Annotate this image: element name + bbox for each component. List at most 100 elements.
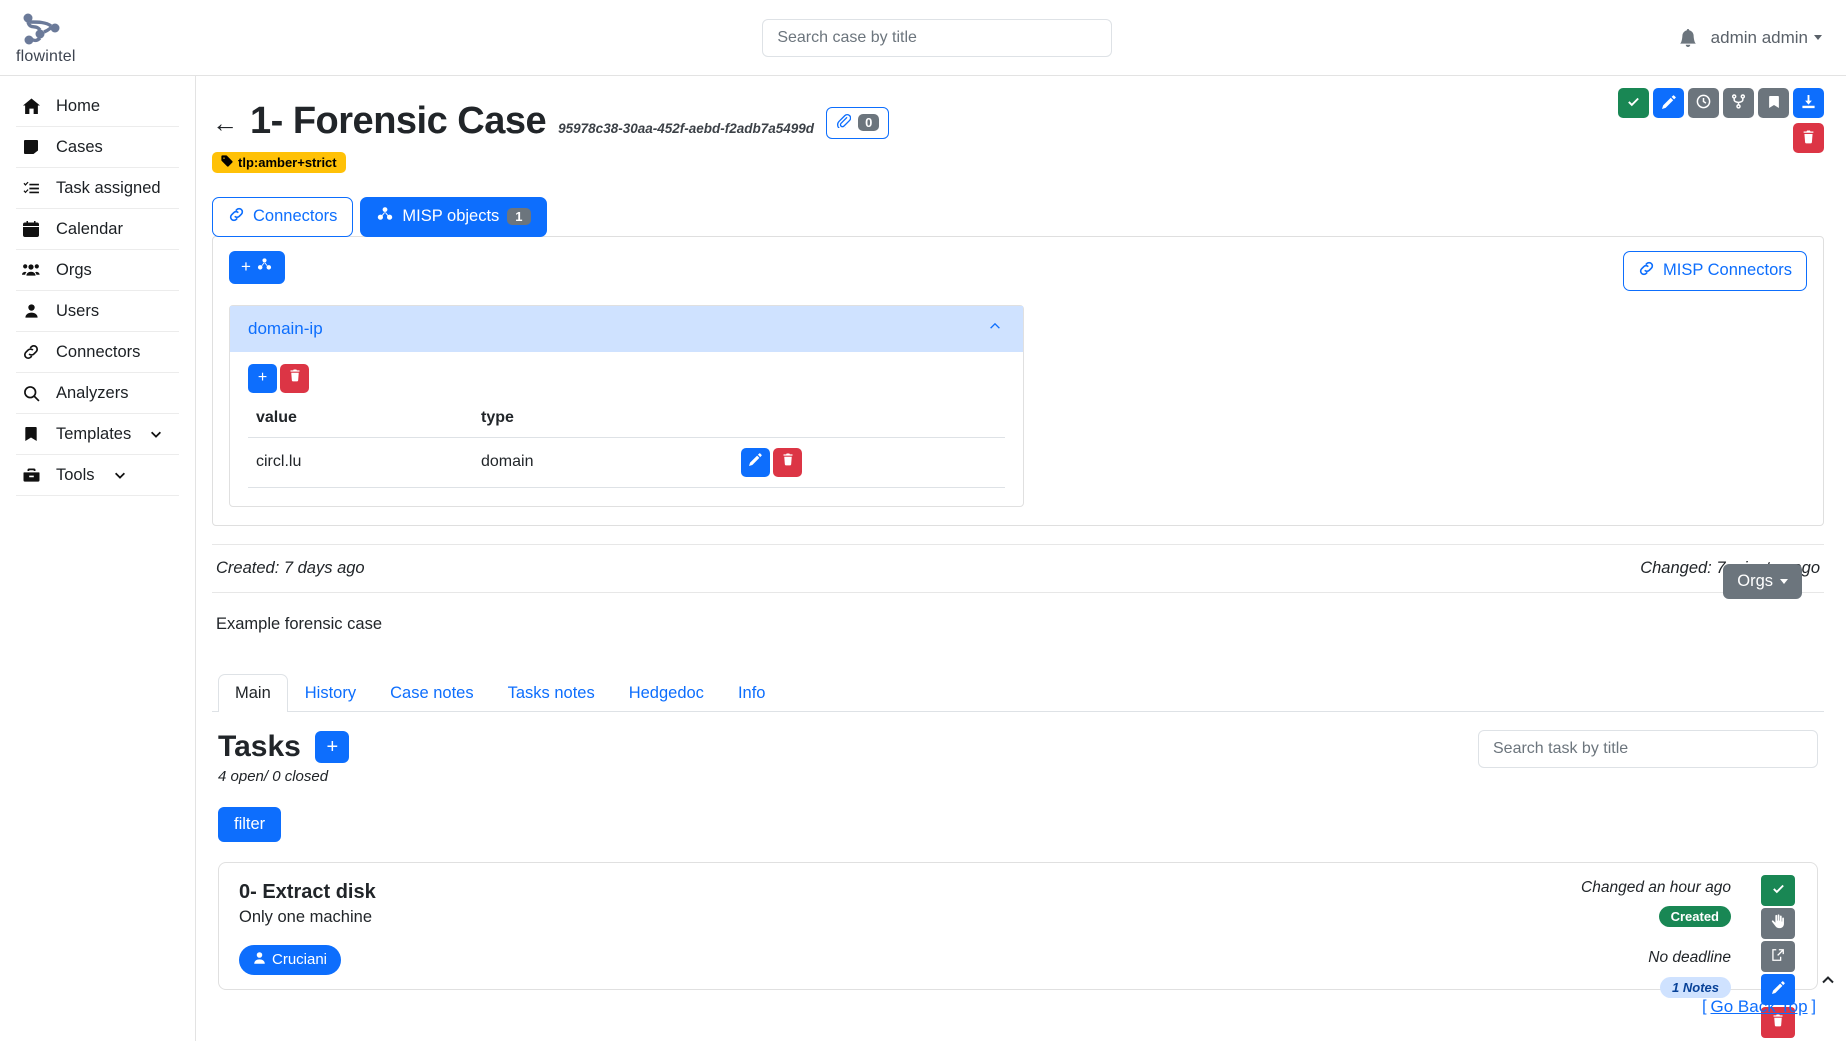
trash-icon [782, 453, 794, 471]
case-search-container [196, 18, 1679, 57]
add-task-button[interactable]: + [315, 730, 350, 763]
app-root: flowintel admin admin Home [0, 0, 1846, 1041]
tab-badge: 1 [507, 208, 531, 226]
hand-icon [1771, 914, 1785, 932]
edit-attribute-button[interactable] [741, 447, 770, 477]
attribute-type: domain [473, 437, 733, 488]
go-back-top-link[interactable]: Go Back Top [1711, 997, 1808, 1017]
tab-hedgedoc[interactable]: Hedgedoc [612, 674, 721, 712]
sidebar-item-label: Calendar [56, 219, 123, 238]
tab-connectors[interactable]: Connectors [212, 196, 354, 237]
misp-object-header[interactable]: domain-ip [230, 305, 1023, 352]
search-input[interactable] [762, 18, 1113, 57]
complete-task-button[interactable] [1761, 874, 1795, 906]
check-icon [1626, 94, 1641, 112]
table-row: circl.lu domain [248, 437, 1005, 488]
edit-case-button[interactable] [1653, 88, 1684, 118]
brand-logo[interactable]: flowintel [0, 10, 196, 66]
export-task-button[interactable] [1761, 940, 1795, 972]
orgs-button-label: Orgs [1737, 571, 1773, 590]
arrow-left-icon[interactable]: ← [212, 110, 238, 142]
task-deadline: No deadline [1648, 948, 1731, 966]
go-back-top-link-container: [Go Back Top] [1702, 997, 1816, 1017]
main-tab-strip: Main History Case notes Tasks notes Hedg… [212, 673, 1824, 712]
link-icon [1638, 260, 1655, 282]
sidebar-item-users[interactable]: Users [16, 291, 179, 332]
sidebar-item-home[interactable]: Home [16, 86, 179, 127]
bracket-open: [ [1702, 998, 1707, 1015]
pencil-icon [1771, 981, 1785, 997]
sidebar-item-orgs[interactable]: Orgs [16, 250, 179, 291]
case-header: ← 1- Forensic Case 95978c38-30aa-452f-ae… [212, 88, 1824, 142]
misp-cubes-icon [376, 206, 394, 227]
check-icon [1771, 881, 1786, 899]
sidebar-item-label: Tools [56, 465, 95, 484]
scroll-to-top-icon[interactable] [1818, 972, 1838, 993]
delete-case-button[interactable] [1793, 123, 1824, 153]
sidebar-item-connectors[interactable]: Connectors [16, 332, 179, 373]
tab-label: Connectors [253, 207, 338, 226]
chevron-down-icon [113, 468, 127, 482]
caret-down-icon [1814, 35, 1822, 40]
status-badge: Created [1658, 905, 1731, 927]
caret-down-icon [1780, 578, 1788, 584]
add-misp-object-button[interactable]: + [229, 250, 285, 284]
history-case-button[interactable] [1688, 88, 1719, 118]
export-case-button[interactable] [1793, 88, 1824, 118]
brand-name: flowintel [16, 47, 76, 65]
sidebar-item-analyzers[interactable]: Analyzers [16, 373, 179, 414]
case-note-icon [20, 139, 42, 155]
delete-attribute-button[interactable] [773, 447, 802, 477]
tasks-counts: 4 open/ 0 closed [218, 767, 329, 785]
trash-icon [289, 369, 301, 387]
tag-icon [221, 155, 233, 170]
top-navbar: flowintel admin admin [0, 0, 1846, 76]
task-assignee[interactable]: Cruciani [239, 944, 342, 975]
fork-icon [1731, 94, 1746, 112]
orgs-dropdown-button[interactable]: Orgs [1723, 563, 1802, 599]
case-created: Created: 7 days ago [216, 558, 365, 577]
task-card[interactable]: 0- Extract disk Only one machine Crucian… [218, 861, 1818, 1038]
clock-icon [1696, 94, 1711, 112]
sidebar-item-label: Cases [56, 137, 103, 156]
attributes-table: value type circl.lu domain [248, 402, 1005, 488]
task-subtitle: Only one machine [239, 907, 372, 926]
tab-info[interactable]: Info [721, 674, 783, 712]
misp-connectors-button[interactable]: MISP Connectors [1622, 250, 1807, 291]
sidebar-item-cases[interactable]: Cases [16, 127, 179, 168]
sidebar-item-task-assigned[interactable]: Task assigned [16, 168, 179, 209]
bookmark-case-button[interactable] [1758, 88, 1789, 118]
tasks-heading: Tasks [218, 729, 301, 763]
sidebar-item-tools[interactable]: Tools [16, 455, 179, 496]
attachments-button[interactable]: 0 [826, 106, 890, 139]
sidebar-item-templates[interactable]: Templates [16, 414, 179, 455]
task-search-input[interactable] [1478, 729, 1818, 768]
bell-icon[interactable] [1679, 28, 1697, 48]
tlp-tag-label: tlp:amber+strict [238, 154, 337, 170]
user-menu[interactable]: admin admin [1711, 28, 1822, 48]
tab-case-notes[interactable]: Case notes [373, 674, 490, 712]
toolbox-icon [20, 467, 42, 483]
filter-button[interactable]: filter [218, 806, 282, 842]
case-description: Example forensic case [212, 591, 1824, 656]
tab-main[interactable]: Main [218, 673, 288, 712]
delete-object-button[interactable] [280, 363, 309, 393]
take-task-button[interactable] [1761, 907, 1795, 939]
sidebar-item-calendar[interactable]: Calendar [16, 209, 179, 250]
tab-tasks-notes[interactable]: Tasks notes [491, 674, 612, 712]
task-title: 0- Extract disk [239, 880, 376, 903]
complete-case-button[interactable] [1618, 88, 1649, 118]
sidebar-item-label: Users [56, 301, 100, 320]
recurring-case-button[interactable] [1723, 88, 1754, 118]
tab-history[interactable]: History [288, 674, 373, 712]
tab-misp-objects[interactable]: MISP objects 1 [360, 196, 547, 237]
link-icon [20, 343, 42, 361]
chevron-up-icon[interactable] [985, 319, 1005, 338]
misp-connectors-label: MISP Connectors [1662, 261, 1792, 280]
sidebar-item-label: Orgs [56, 260, 92, 279]
attachment-count: 0 [858, 114, 880, 132]
sidebar-item-label: Home [56, 96, 101, 115]
add-attribute-button[interactable]: + [248, 363, 277, 393]
tlp-tag[interactable]: tlp:amber+strict [212, 151, 346, 173]
sidebar-item-label: Analyzers [56, 383, 129, 402]
